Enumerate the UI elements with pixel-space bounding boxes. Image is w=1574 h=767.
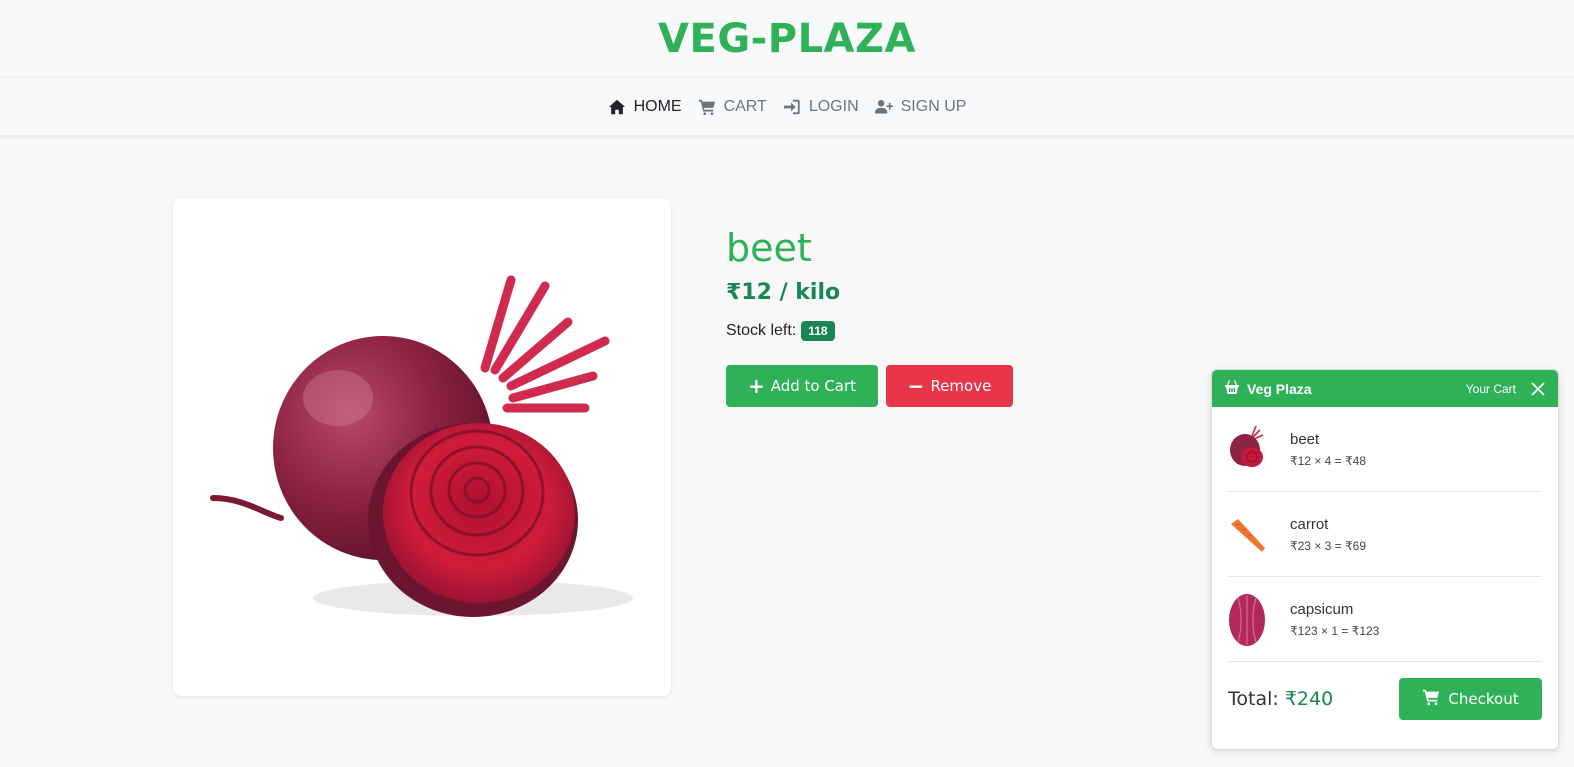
product-price: ₹12 / kilo: [726, 280, 841, 305]
total-label: Total:: [1228, 688, 1279, 710]
product-name: beet: [726, 226, 812, 270]
nav-home[interactable]: HOME: [608, 98, 682, 116]
cart-icon: [698, 98, 716, 116]
cart-brand-label: Veg Plaza: [1247, 380, 1312, 397]
cart-footer: Total: ₹240 Checkout: [1212, 662, 1558, 720]
cart-icon: [1422, 688, 1440, 710]
cart-item-name: beet: [1290, 430, 1320, 448]
login-icon: [783, 98, 801, 116]
nav-cart-label: CART: [723, 97, 767, 115]
total-value: ₹240: [1284, 688, 1334, 710]
checkout-label: Checkout: [1448, 690, 1519, 708]
stock-label: Stock left:: [726, 322, 797, 339]
nav-login[interactable]: LOGIN: [783, 98, 859, 116]
checkout-button[interactable]: Checkout: [1399, 678, 1542, 720]
nav-login-label: LOGIN: [808, 97, 859, 115]
cart-total: Total: ₹240: [1228, 688, 1333, 710]
remove-button[interactable]: − Remove: [886, 365, 1013, 407]
add-to-cart-label: Add to Cart: [770, 377, 857, 395]
site-header: VEG-PLAZA: [0, 0, 1574, 77]
brand-title[interactable]: VEG-PLAZA: [658, 16, 916, 62]
nav-home-label: HOME: [633, 97, 682, 115]
beet-thumb: [1228, 422, 1266, 477]
nav-cart[interactable]: CART: [698, 98, 767, 116]
cart-header: Veg Plaza Your Cart: [1212, 370, 1558, 407]
cart-item-calc: ₹12 × 4 = ₹48: [1290, 453, 1366, 468]
cart-item-name: carrot: [1290, 515, 1329, 533]
user-plus-icon: [874, 98, 893, 116]
cart-item-calc: ₹23 × 3 = ₹69: [1290, 538, 1366, 553]
main-nav: HOME CART LOGIN SIGN UP: [0, 77, 1574, 135]
cart-widget: Veg Plaza Your Cart beet ₹12 × 4 = ₹48 c…: [1211, 369, 1559, 750]
cart-subtitle: Your Cart: [1465, 381, 1516, 396]
minus-icon: −: [907, 374, 925, 398]
remove-label: Remove: [930, 377, 992, 395]
add-to-cart-button[interactable]: + Add to Cart: [726, 365, 878, 407]
cart-brand: Veg Plaza: [1224, 379, 1466, 398]
cart-item: capsicum ₹123 × 1 = ₹123: [1228, 577, 1542, 662]
carrot-thumb: [1228, 507, 1266, 562]
stock-info: Stock left: 118: [726, 321, 1013, 341]
cart-item-name: capsicum: [1290, 600, 1354, 618]
home-icon: [608, 98, 626, 116]
product-info: beet ₹12 / kilo Stock left: 118 + Add to…: [726, 226, 1013, 407]
cart-item: carrot ₹23 × 3 = ₹69: [1228, 492, 1542, 577]
product-actions: + Add to Cart − Remove: [726, 365, 1013, 407]
beetroot-image: [210, 275, 633, 617]
plus-icon: +: [747, 374, 765, 398]
cart-item-calc: ₹123 × 1 = ₹123: [1290, 623, 1380, 638]
basket-icon: [1224, 379, 1240, 398]
close-icon[interactable]: [1530, 381, 1546, 397]
cart-item: beet ₹12 × 4 = ₹48: [1228, 407, 1542, 492]
cart-items: beet ₹12 × 4 = ₹48 carrot ₹23 × 3 = ₹69 …: [1212, 407, 1558, 662]
nav-signup[interactable]: SIGN UP: [874, 97, 967, 116]
nav-signup-label: SIGN UP: [900, 97, 967, 115]
capsicum-thumb: [1228, 592, 1266, 647]
product-image-card: [173, 198, 671, 696]
stock-badge: 118: [801, 321, 835, 341]
